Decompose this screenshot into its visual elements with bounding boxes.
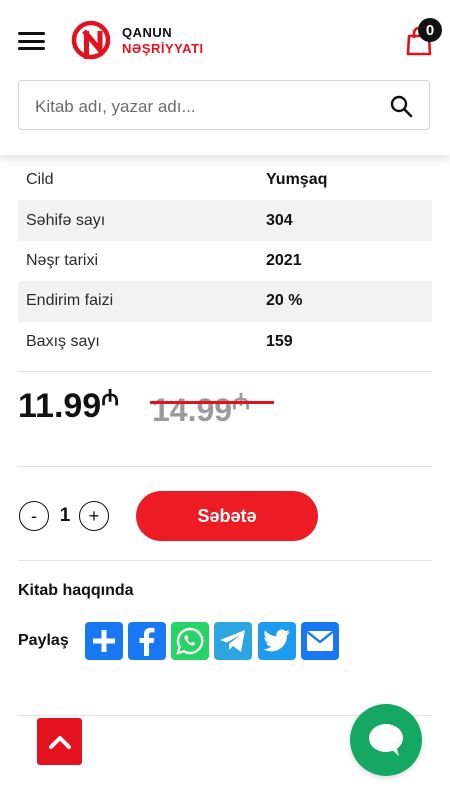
detail-row-pages: Səhifə sayı 304: [18, 200, 432, 241]
logo-text-line2: NƏŞRİYYATI: [122, 41, 204, 56]
old-price-value: 14.99: [152, 392, 233, 428]
divider: [18, 560, 432, 561]
telegram-icon[interactable]: [214, 622, 252, 660]
chat-button[interactable]: [350, 704, 422, 776]
detail-label: Endirim faizi: [26, 292, 114, 310]
current-price-value: 11.99: [18, 387, 102, 425]
detail-value: 159: [266, 332, 293, 350]
about-book-link[interactable]: Kitab haqqında: [18, 582, 134, 600]
logo-mark-icon: [71, 20, 111, 60]
search-box: [18, 80, 430, 130]
detail-value: Yumşaq: [266, 171, 328, 189]
divider: [18, 371, 432, 372]
quantity-value[interactable]: 1: [58, 505, 72, 527]
search-icon[interactable]: [389, 94, 413, 118]
detail-row-binding: Cild Yumşaq: [18, 160, 432, 200]
addthis-icon[interactable]: [85, 622, 123, 660]
logo-text-line1: QANUN: [122, 25, 173, 40]
current-price: 11.99₼: [18, 382, 119, 426]
detail-row-discount: Endirim faizi 20 %: [18, 281, 432, 322]
detail-row-publish-date: Nəşr tarixi 2021: [18, 241, 432, 281]
detail-value: 2021: [266, 251, 302, 269]
chevron-up-icon: [48, 735, 71, 749]
whatsapp-icon[interactable]: [171, 622, 209, 660]
detail-label: Səhifə sayı: [26, 211, 106, 229]
currency-symbol: ₼: [101, 385, 120, 410]
cart-count-badge: 0: [418, 18, 442, 42]
site-header: QANUN NƏŞRİYYATI 0: [0, 0, 450, 155]
old-price-strikethrough: [150, 401, 274, 404]
detail-row-views: Baxış sayı 159: [18, 322, 432, 362]
add-to-cart-button[interactable]: Səbətə: [136, 491, 318, 541]
old-price: 14.99₼: [152, 386, 250, 429]
cart-button[interactable]: 0: [404, 18, 442, 56]
detail-value: 20 %: [266, 292, 303, 310]
email-icon[interactable]: [301, 622, 339, 660]
detail-label: Nəşr tarixi: [26, 251, 99, 269]
facebook-icon[interactable]: [128, 622, 166, 660]
search-input[interactable]: [33, 93, 377, 121]
quantity-decrease-button[interactable]: -: [19, 501, 49, 531]
menu-icon[interactable]: [18, 32, 45, 50]
scroll-to-top-button[interactable]: [37, 718, 82, 765]
detail-label: Baxış sayı: [26, 332, 100, 350]
quantity-increase-button[interactable]: +: [79, 501, 109, 531]
share-label: Paylaş: [18, 632, 69, 649]
book-details-table: Cild Yumşaq Səhifə sayı 304 Nəşr tarixi …: [18, 160, 432, 362]
divider: [18, 466, 432, 467]
brand-logo[interactable]: QANUN NƏŞRİYYATI: [70, 20, 204, 62]
detail-value: 304: [266, 211, 293, 229]
twitter-icon[interactable]: [258, 622, 296, 660]
chat-bubble-icon: [369, 724, 403, 756]
detail-label: Cild: [26, 171, 54, 189]
